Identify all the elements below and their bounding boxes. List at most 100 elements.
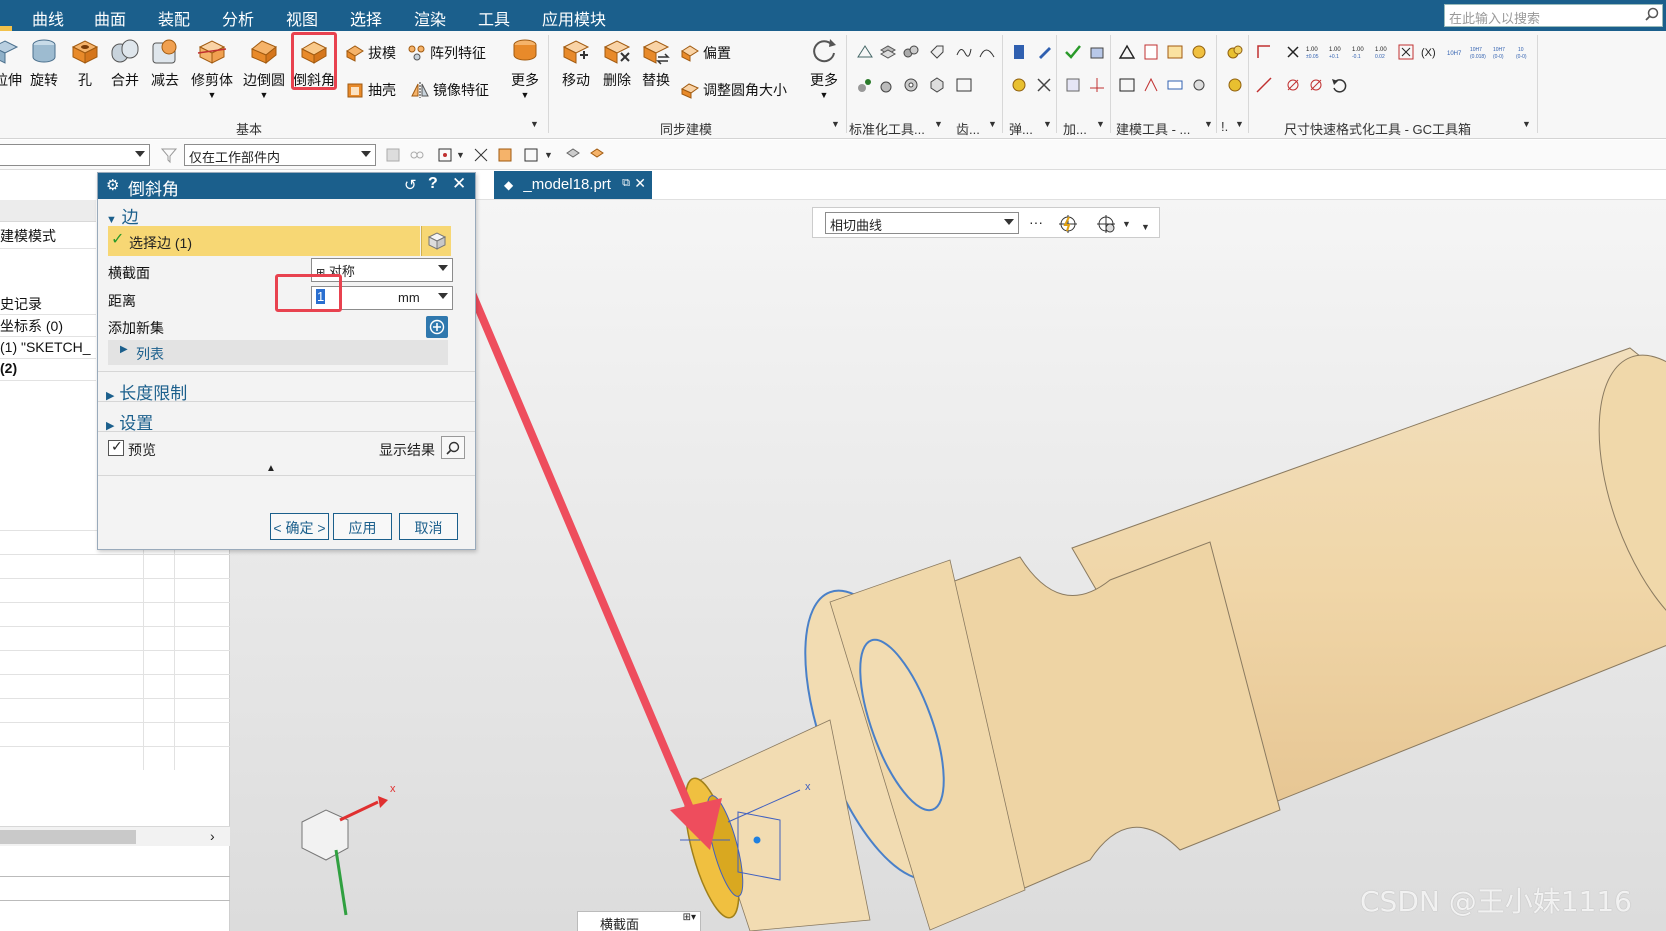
- show-result-button[interactable]: [441, 436, 465, 459]
- gear-settings-icon[interactable]: [1190, 76, 1208, 94]
- search-icon[interactable]: [1645, 7, 1659, 21]
- cross-section-mini-panel[interactable]: 横截面 ⊞▾: [577, 911, 701, 931]
- drawing-sheet-icon[interactable]: [1142, 43, 1160, 61]
- group-spring-dropdown[interactable]: ▼: [1043, 119, 1052, 129]
- quickpick-icon[interactable]: [496, 146, 514, 164]
- group-sync-dropdown[interactable]: ▼: [831, 119, 840, 129]
- scrollbar-thumb[interactable]: [0, 830, 136, 844]
- group-label-gear[interactable]: 齿...: [956, 119, 980, 138]
- group-misc-dropdown[interactable]: ▼: [1235, 119, 1244, 129]
- group-label-spring[interactable]: 弹...: [1009, 119, 1033, 138]
- pen-tool-icon[interactable]: [1035, 43, 1053, 61]
- show-hide-icon[interactable]: [522, 146, 540, 164]
- shaft-model[interactable]: [674, 333, 1666, 931]
- bearing-icon[interactable]: [902, 76, 920, 94]
- menu-tools[interactable]: 工具: [478, 6, 510, 30]
- cancel-button[interactable]: 取消: [399, 513, 458, 540]
- scissors-tool-icon[interactable]: [1035, 76, 1053, 94]
- fit-h7-icon[interactable]: 10H7: [1446, 43, 1464, 61]
- gear-profile-icon[interactable]: [978, 43, 996, 61]
- standardize-tool-icon[interactable]: [856, 43, 874, 61]
- spring-pin-icon[interactable]: [879, 76, 897, 94]
- group-label-gc-toolbox[interactable]: 尺寸快速格式化工具 - GC工具箱: [1284, 119, 1471, 138]
- distance-value[interactable]: 1: [316, 289, 326, 304]
- gear-sketch-icon[interactable]: [955, 43, 973, 61]
- more-options-icon[interactable]: ···: [1029, 214, 1043, 230]
- no-symbol-alt-icon[interactable]: [1307, 76, 1325, 94]
- revolve-button[interactable]: 旋转: [26, 35, 62, 90]
- section-edge-header[interactable]: ▼ 边: [106, 203, 139, 228]
- view-triad[interactable]: x: [301, 783, 396, 916]
- filter-funnel-icon[interactable]: [160, 146, 178, 164]
- fit-10-icon[interactable]: 10(0-0): [1515, 43, 1533, 61]
- link-select-icon[interactable]: [408, 146, 426, 164]
- nav-row-modeling-mode[interactable]: 建模模式: [0, 226, 96, 246]
- menu-assembly[interactable]: 装配: [158, 6, 190, 30]
- text-box-icon[interactable]: [1118, 76, 1136, 94]
- mini-panel-dropdown[interactable]: ⊞▾: [683, 912, 696, 923]
- group-gc-toolbox-dropdown[interactable]: ▼: [1522, 119, 1531, 129]
- scroll-right-icon[interactable]: ›: [210, 828, 215, 844]
- menu-surface[interactable]: 曲面: [94, 6, 126, 30]
- resize-blend-button[interactable]: 调整圆角大小: [680, 80, 787, 100]
- no-symbol-icon[interactable]: [1284, 76, 1302, 94]
- subtract-button[interactable]: 减去: [146, 35, 184, 90]
- show-hide-dropdown[interactable]: ▼: [544, 150, 553, 160]
- preview-checkbox[interactable]: ✓: [108, 438, 124, 456]
- shell-button[interactable]: 抽壳: [345, 80, 396, 100]
- snap-point-dropdown[interactable]: ▼: [456, 150, 465, 160]
- group-label-modeling-tools[interactable]: 建模工具 - ...: [1116, 119, 1190, 138]
- group-gear-dropdown[interactable]: ▼: [988, 119, 997, 129]
- nav-row-csys[interactable]: 坐标系 (0): [0, 316, 96, 336]
- spring-icon[interactable]: [1010, 43, 1028, 61]
- tolerance-icon-3[interactable]: 1.00-0.1: [1351, 43, 1369, 61]
- target-lightning-icon[interactable]: [1057, 213, 1079, 235]
- group-basic-dropdown[interactable]: ▼: [530, 119, 539, 129]
- unite-button[interactable]: 合并: [106, 35, 144, 90]
- selection-scope-combo[interactable]: 仅在工作部件内: [184, 144, 376, 166]
- tolerance-icon-2[interactable]: 1.00+0.1: [1328, 43, 1346, 61]
- gear-cluster-icon[interactable]: [902, 43, 920, 61]
- gold-coin-icon[interactable]: [1010, 76, 1028, 94]
- mirror-feature-button[interactable]: 镜像特征: [410, 80, 489, 100]
- help-icon[interactable]: ?: [428, 175, 438, 193]
- distance-unit[interactable]: mm: [398, 290, 420, 305]
- offset-face-button[interactable]: 偏置: [680, 43, 731, 63]
- paren-x-icon[interactable]: (X): [1420, 43, 1438, 61]
- layer-stack-icon[interactable]: [879, 43, 897, 61]
- intersect-icon[interactable]: [472, 146, 490, 164]
- reset-icon[interactable]: ↺: [404, 176, 417, 194]
- group-modeling-tools-dropdown[interactable]: ▼: [1204, 119, 1213, 129]
- curve-rule-combo[interactable]: 相切曲线: [825, 212, 1019, 234]
- dimension-tool-icon[interactable]: [1255, 43, 1273, 61]
- target-gear-dropdown[interactable]: ▼: [1122, 219, 1131, 229]
- close-icon[interactable]: ✕: [452, 174, 466, 194]
- apply-button[interactable]: 应用: [333, 513, 392, 540]
- select-edge-row[interactable]: ✓ 选择边 (1): [108, 226, 420, 256]
- fit-h7-range-icon[interactable]: 10H7(0-0): [1492, 43, 1510, 61]
- extrude-button[interactable]: 拉伸: [0, 35, 22, 90]
- menu-curve[interactable]: 曲线: [32, 6, 64, 30]
- ok-button[interactable]: < 确定 >: [270, 513, 329, 540]
- tolerance-icon-4[interactable]: 1.000.02: [1374, 43, 1392, 61]
- group-label-misc[interactable]: !.: [1221, 119, 1228, 134]
- list-row[interactable]: ▶ 列表: [108, 340, 448, 365]
- move-face-button[interactable]: 移动: [556, 35, 596, 90]
- face-filter-icon[interactable]: [588, 146, 606, 164]
- fit-symbol-icon[interactable]: [1166, 76, 1184, 94]
- trim-body-button[interactable]: 修剪体 ▼: [190, 35, 234, 100]
- replace-face-button[interactable]: 替换: [637, 35, 675, 90]
- axis-tool-icon[interactable]: [1088, 76, 1106, 94]
- block-tool-icon[interactable]: [1088, 43, 1106, 61]
- part-list-icon[interactable]: [1190, 43, 1208, 61]
- document-tab[interactable]: ◆ _model18.prt ⧉ ✕: [494, 171, 652, 199]
- solid-filter-icon[interactable]: [564, 146, 582, 164]
- tolerance-icon-1[interactable]: 1.00±0.05: [1305, 43, 1323, 61]
- triangle-icon[interactable]: [1118, 43, 1136, 61]
- search-input[interactable]: 在此输入以搜索: [1444, 4, 1663, 27]
- add-new-set-button[interactable]: [426, 316, 448, 338]
- chamfer-button[interactable]: 倒斜角: [292, 35, 336, 90]
- cross-mark-icon[interactable]: [1284, 43, 1302, 61]
- pattern-feature-button[interactable]: 阵列特征: [407, 43, 486, 63]
- close-icon[interactable]: ✕: [634, 175, 646, 192]
